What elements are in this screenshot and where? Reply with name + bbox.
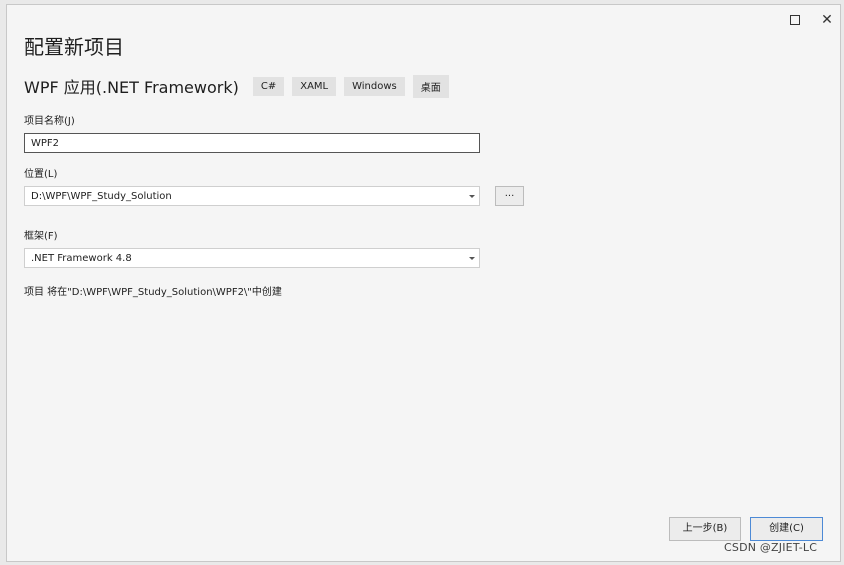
configure-project-dialog: ✕ 配置新项目 WPF 应用(.NET Framework) C# XAML W… (6, 4, 841, 562)
template-header: WPF 应用(.NET Framework) C# XAML Windows 桌… (24, 74, 457, 98)
location-combobox[interactable]: D:\WPF\WPF_Study_Solution (24, 186, 480, 206)
maximize-icon (790, 15, 800, 25)
close-icon: ✕ (821, 12, 833, 28)
location-label: 位置(L) (24, 169, 58, 180)
location-value: D:\WPF\WPF_Study_Solution (31, 191, 172, 202)
tag-language: C# (252, 76, 285, 96)
maximize-button[interactable] (781, 9, 809, 31)
chevron-down-icon[interactable] (469, 257, 475, 260)
chevron-down-icon[interactable] (469, 195, 475, 198)
page-title: 配置新项目 (24, 35, 124, 59)
framework-label: 框架(F) (24, 231, 58, 242)
framework-value: .NET Framework 4.8 (31, 253, 132, 264)
template-name: WPF 应用(.NET Framework) (24, 78, 239, 97)
tag-desktop: 桌面 (412, 74, 449, 98)
tag-xaml: XAML (292, 76, 337, 96)
watermark-text: CSDN @ZJIET-LC (724, 541, 818, 554)
project-path-info: 项目 将在"D:\WPF\WPF_Study_Solution\WPF2\"中创… (24, 287, 282, 298)
project-name-label: 项目名称(J) (24, 116, 75, 127)
framework-select[interactable]: .NET Framework 4.8 (24, 248, 480, 268)
tag-platform: Windows (344, 76, 405, 96)
close-button[interactable]: ✕ (813, 9, 841, 31)
create-button[interactable]: 创建(C) (750, 517, 823, 541)
project-name-input[interactable]: WPF2 (24, 133, 480, 153)
back-button[interactable]: 上一步(B) (669, 517, 741, 541)
browse-button[interactable]: ... (495, 186, 524, 206)
